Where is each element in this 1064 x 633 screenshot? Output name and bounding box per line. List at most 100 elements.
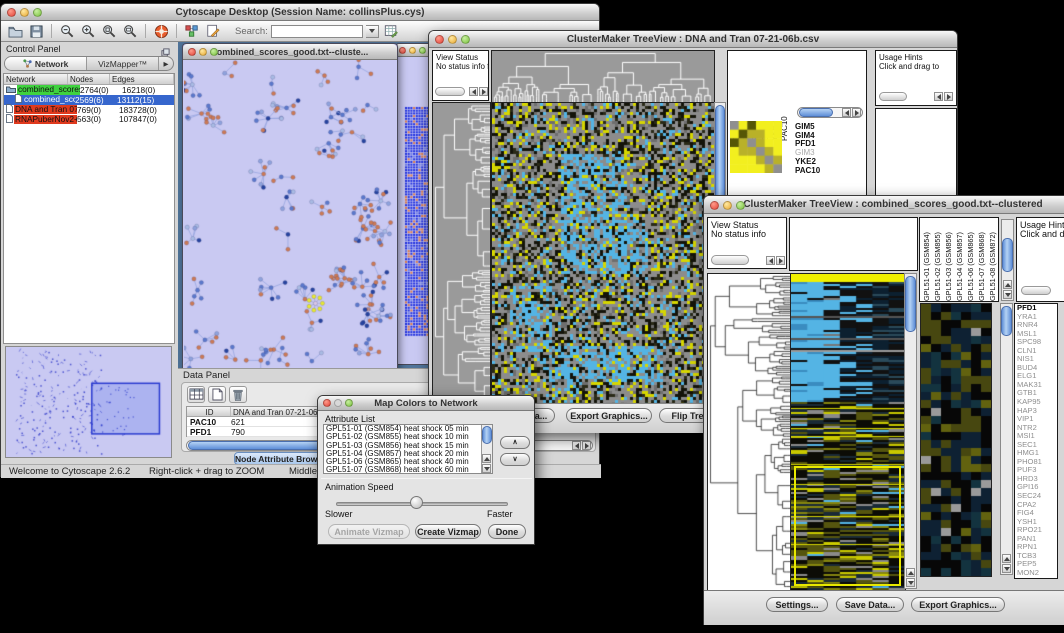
create-vizmap-button[interactable]: Create Vizmap <box>415 524 481 539</box>
zoom-out-button[interactable] <box>58 23 76 40</box>
attribute-list-item[interactable]: GPL51-07 (GSM868) heat shock 60 min <box>324 466 481 474</box>
tv2-column-label[interactable]: GPL51-08 (GSM872) <box>988 219 999 301</box>
scroll-right-button[interactable] <box>582 441 591 450</box>
scrollbar-thumb[interactable] <box>905 276 916 332</box>
scroll-down-button[interactable] <box>482 464 491 473</box>
scrollbar-thumb[interactable] <box>482 426 492 444</box>
scrollbar-thumb[interactable] <box>435 87 465 96</box>
network-tree-row[interactable]: combined_sco2569(6)13112(15) <box>4 95 174 105</box>
zoom-button[interactable] <box>736 201 745 210</box>
tv2-column-label[interactable]: GPL51-06 (GSM865) <box>966 219 977 301</box>
network-tree-row[interactable]: DNA and Tran 07769(0)183728(0) <box>4 105 174 115</box>
scroll-down-button[interactable] <box>1002 564 1011 573</box>
tab-overflow-button[interactable]: ▶ <box>158 57 173 70</box>
scrollbar-thumb[interactable] <box>799 108 833 117</box>
scroll-up-button[interactable] <box>906 568 915 577</box>
minimize-button[interactable] <box>409 47 416 54</box>
scroll-down-button[interactable] <box>906 578 915 587</box>
close-button[interactable] <box>399 47 406 54</box>
tv2-column-dendrogram-area[interactable] <box>789 217 918 271</box>
dialog-title-bar[interactable]: Map Colors to Network <box>318 396 534 411</box>
zoom-button[interactable] <box>419 47 426 54</box>
scroll-right-button[interactable] <box>479 87 488 96</box>
scrollbar-thumb[interactable] <box>1001 306 1012 336</box>
network1-title-bar[interactable]: combined_scores_good.txt--cluste... <box>183 44 397 60</box>
scroll-left-button[interactable] <box>572 441 581 450</box>
export-graphics-button[interactable]: Export Graphics... <box>566 408 652 423</box>
birdseye-view[interactable] <box>5 346 172 458</box>
minimize-button[interactable] <box>448 35 457 44</box>
scroll-left-button[interactable] <box>842 108 851 117</box>
scroll-right-button[interactable] <box>852 108 861 117</box>
column-header-nodes[interactable]: Nodes <box>68 74 110 84</box>
attribute-listbox[interactable]: GPL51-01 (GSM854) heat shock 05 minGPL51… <box>323 424 493 474</box>
scrollbar-thumb[interactable] <box>711 255 749 265</box>
zoom-button[interactable] <box>461 35 470 44</box>
scroll-right-button[interactable] <box>944 92 953 101</box>
move-up-button[interactable]: ∧ <box>500 436 530 449</box>
attribute-select-button[interactable] <box>187 386 205 403</box>
tv1-correlation-matrix[interactable] <box>730 121 782 173</box>
tv2-column-label[interactable]: GPL51-07 (GSM868) <box>977 219 988 301</box>
birdseye-canvas[interactable] <box>6 347 171 457</box>
tv2-column-label[interactable]: GPL51-02 (GSM855) <box>933 219 944 301</box>
main-title-bar[interactable]: Cytoscape Desktop (Session Name: collins… <box>1 4 599 21</box>
scrollbar-thumb[interactable] <box>1021 286 1051 295</box>
column-header-network[interactable]: Network <box>4 74 68 84</box>
close-button[interactable] <box>188 48 196 56</box>
tv1-row-dendrogram[interactable] <box>432 102 491 405</box>
close-button[interactable] <box>7 8 16 17</box>
tab-network[interactable]: Network <box>5 57 87 70</box>
tv1-global-heatmap[interactable] <box>491 102 715 405</box>
tv1-column-dendrogram[interactable] <box>491 50 715 103</box>
new-attribute-button[interactable] <box>208 386 226 403</box>
scrollbar-thumb[interactable] <box>1002 238 1013 272</box>
annotation-button[interactable] <box>204 23 222 40</box>
zoom-in-button[interactable] <box>79 23 97 40</box>
tv2-zoom-vscrollbar[interactable] <box>1000 303 1013 575</box>
close-button[interactable] <box>323 399 331 407</box>
scroll-right-button[interactable] <box>776 256 785 265</box>
tv2-labels-vscrollbar[interactable] <box>1001 219 1014 301</box>
tv2-column-label[interactable]: GPL51-03 (GSM856) <box>944 219 955 301</box>
close-button[interactable] <box>710 201 719 210</box>
zoom-selected-button[interactable] <box>100 23 118 40</box>
settings-button[interactable]: Settings... <box>766 597 828 612</box>
tv2-column-label[interactable]: GPL51-04 (GSM857) <box>955 219 966 301</box>
zoom-button[interactable] <box>345 399 353 407</box>
column-header-id[interactable]: ID <box>187 407 231 416</box>
delete-attribute-button[interactable] <box>229 386 247 403</box>
tv1-matrix-label[interactable]: PAC10 <box>795 167 845 176</box>
minimize-button[interactable] <box>199 48 207 56</box>
save-button[interactable] <box>27 23 45 40</box>
search-dropdown-button[interactable] <box>366 25 379 38</box>
tv2-gene-list[interactable]: PFD1YRA1RNR4MSL1SPC98CLN1NIS1BUD4ELG1MAK… <box>1014 303 1058 579</box>
attribute-editor-button[interactable] <box>382 23 400 40</box>
tv2-heatmap-vscrollbar[interactable] <box>904 273 917 589</box>
scroll-up-button[interactable] <box>1003 280 1012 289</box>
gene-label[interactable]: MON2 <box>1015 569 1057 578</box>
attribute-list-vscrollbar[interactable] <box>481 425 492 473</box>
minimize-button[interactable] <box>723 201 732 210</box>
network1-canvas[interactable] <box>184 60 396 368</box>
zoom-button[interactable] <box>33 8 42 17</box>
export-graphics-button[interactable]: Export Graphics... <box>911 597 1005 612</box>
animation-speed-slider-thumb[interactable] <box>410 496 423 509</box>
scroll-left-button[interactable] <box>766 256 775 265</box>
network-table-header[interactable]: Network Nodes Edges <box>4 74 174 85</box>
network-tree-row[interactable]: combined_scores_2764(0)16218(0) <box>4 85 174 95</box>
scroll-left-button[interactable] <box>469 87 478 96</box>
move-down-button[interactable]: ∨ <box>500 453 530 466</box>
scrollbar-thumb[interactable] <box>879 92 907 101</box>
close-button[interactable] <box>435 35 444 44</box>
save-data-button[interactable]: Save Data... <box>836 597 904 612</box>
tab-vizmapper[interactable]: VizMapper™ <box>87 57 158 70</box>
tv2-row-dendrogram[interactable] <box>707 273 791 591</box>
open-file-button[interactable] <box>6 23 24 40</box>
scroll-down-button[interactable] <box>1003 290 1012 299</box>
tv1-label-hscrollbar[interactable] <box>797 107 863 118</box>
scroll-left-button[interactable] <box>934 92 943 101</box>
scroll-up-button[interactable] <box>1002 554 1011 563</box>
tv2-title-bar[interactable]: ClusterMaker TreeView : combined_scores_… <box>704 196 1064 214</box>
tv2-column-label[interactable]: GPL51-01 (GSM854) <box>922 219 933 301</box>
